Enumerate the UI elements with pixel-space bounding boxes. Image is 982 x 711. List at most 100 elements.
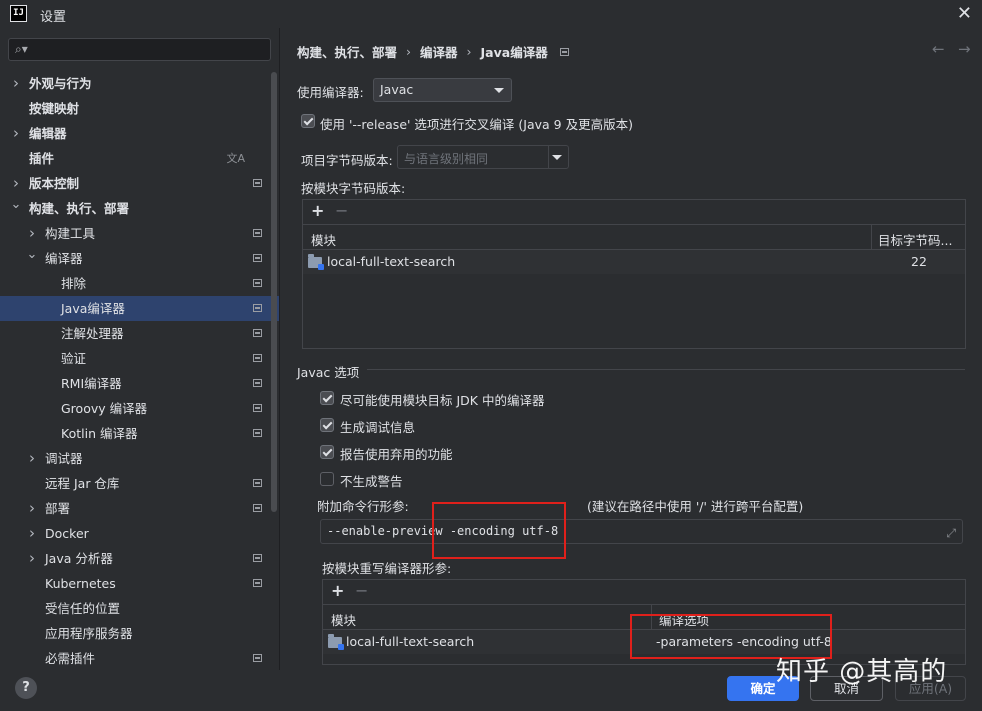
sidebar-item[interactable]: › Java 分析器 <box>0 546 279 571</box>
sidebar-item[interactable]: Kotlin 编译器 <box>0 421 279 446</box>
chevron-right-icon[interactable]: › <box>10 71 22 96</box>
sidebar-item[interactable]: 受信任的位置 <box>0 596 279 621</box>
javac-section-title: Javac 选项 <box>297 365 360 380</box>
chevron-down-icon[interactable]: ⌄ <box>26 242 38 267</box>
settings-search-input[interactable]: ⌕▾ <box>8 38 271 61</box>
search-icon: ⌕▾ <box>15 42 28 56</box>
sidebar-item[interactable]: 应用程序服务器 <box>0 621 279 646</box>
folder-module-icon <box>328 634 344 650</box>
sidebar-item[interactable]: 按键映射 <box>0 96 279 121</box>
table-row[interactable]: local-full-text-search 22 <box>303 250 965 274</box>
sidebar-item-label: Kotlin 编译器 <box>61 426 138 441</box>
extra-params-input[interactable]: --enable-preview -encoding utf-8 ⤢ <box>320 519 963 544</box>
project-scope-icon <box>253 579 262 587</box>
column-header-target[interactable]: 目标字节码... <box>878 230 952 249</box>
breadcrumb-item[interactable]: 构建、执行、部署 <box>297 42 397 61</box>
compiler-select-value: Javac <box>380 82 414 97</box>
project-scope-icon <box>253 329 262 337</box>
column-header-module[interactable]: 模块 <box>311 230 336 249</box>
table-toolbar: + − <box>303 200 965 225</box>
sidebar-item-label: 部署 <box>45 501 71 516</box>
forward-arrow-icon[interactable]: → <box>958 40 971 58</box>
sidebar-item-label: 验证 <box>61 351 87 366</box>
folder-module-icon <box>308 254 324 270</box>
sidebar-item-label: 版本控制 <box>29 176 80 191</box>
extra-params-hint: (建议在路径中使用 '/' 进行跨平台配置) <box>587 499 804 514</box>
sidebar-item[interactable]: › 调试器 <box>0 446 279 471</box>
sidebar-item[interactable]: ⌄ 构建、执行、部署 <box>0 196 279 221</box>
sidebar-item[interactable]: Java编译器 <box>0 296 279 321</box>
breadcrumb-item: Java编译器 <box>480 45 548 60</box>
sidebar-scrollbar[interactable] <box>271 72 277 512</box>
sidebar-item[interactable]: › 构建工具 <box>0 221 279 246</box>
sidebar-item-label: Kubernetes <box>45 576 116 591</box>
sidebar-item-label: 远程 Jar 仓库 <box>45 476 120 491</box>
column-divider <box>871 225 872 249</box>
extra-params-label: 附加命令行形参: <box>317 499 409 514</box>
compiler-label: 使用编译器: <box>297 85 364 100</box>
sidebar-item[interactable]: › Docker <box>0 521 279 546</box>
close-icon[interactable]: ✕ <box>957 3 972 24</box>
remove-icon[interactable]: − <box>335 201 348 220</box>
sidebar-item-label: 编译器 <box>45 251 83 266</box>
project-scope-icon <box>253 479 262 487</box>
option-checkbox[interactable] <box>320 391 334 405</box>
sidebar-item-label: Java 分析器 <box>45 551 113 566</box>
sidebar-item[interactable]: 排除 <box>0 271 279 296</box>
sidebar-item[interactable]: 远程 Jar 仓库 <box>0 471 279 496</box>
breadcrumb-separator-icon: › <box>466 44 472 59</box>
project-scope-icon <box>253 254 262 262</box>
sidebar-item[interactable]: RMI编译器 <box>0 371 279 396</box>
table-toolbar: + − <box>323 580 965 605</box>
sidebar-item-label: 构建、执行、部署 <box>29 201 130 216</box>
column-header-module[interactable]: 模块 <box>331 610 356 629</box>
chevron-down-icon[interactable]: ⌄ <box>10 192 22 217</box>
option-label: 生成调试信息 <box>340 420 416 435</box>
sidebar-item[interactable]: 必需插件 <box>0 646 279 670</box>
title-bar: IJ 设置 ✕ <box>0 0 982 28</box>
sidebar-item[interactable]: Kubernetes <box>0 571 279 596</box>
chevron-down-icon <box>552 155 562 160</box>
remove-icon[interactable]: − <box>355 581 368 600</box>
project-scope-icon <box>253 654 262 662</box>
release-checkbox[interactable] <box>301 114 315 128</box>
chevron-right-icon[interactable]: › <box>10 121 22 146</box>
compiler-select[interactable]: Javac <box>373 78 512 102</box>
translate-icon: 文A <box>226 152 245 165</box>
back-arrow-icon[interactable]: ← <box>932 40 945 58</box>
project-scope-icon <box>253 179 262 187</box>
project-bytecode-select[interactable]: 与语言级别相同 <box>397 145 569 169</box>
project-scope-icon <box>253 304 262 312</box>
option-checkbox[interactable] <box>320 445 334 459</box>
chevron-right-icon[interactable]: › <box>26 496 38 521</box>
sidebar-item[interactable]: › 外观与行为 <box>0 71 279 96</box>
per-module-bytecode-label: 按模块字节码版本: <box>301 181 406 196</box>
project-scope-icon <box>253 429 262 437</box>
add-icon[interactable]: + <box>311 201 324 220</box>
sidebar-item-label: 注解处理器 <box>61 326 124 341</box>
sidebar-item[interactable]: 插件 文A <box>0 146 279 171</box>
target-bytecode[interactable]: 22 <box>911 254 927 269</box>
option-checkbox[interactable] <box>320 472 334 486</box>
chevron-right-icon[interactable]: › <box>26 446 38 471</box>
sidebar-item-label: 构建工具 <box>45 226 96 241</box>
option-checkbox[interactable] <box>320 418 334 432</box>
project-scope-icon <box>559 47 569 56</box>
expand-icon[interactable]: ⤢ <box>946 522 956 545</box>
module-name: local-full-text-search <box>346 634 475 649</box>
chevron-right-icon[interactable]: › <box>26 521 38 546</box>
sidebar-item[interactable]: ⌄ 编译器 <box>0 246 279 271</box>
sidebar-item[interactable]: › 部署 <box>0 496 279 521</box>
sidebar-item[interactable]: › 编辑器 <box>0 121 279 146</box>
chevron-right-icon[interactable]: › <box>26 546 38 571</box>
breadcrumb-item[interactable]: 编译器 <box>420 42 458 61</box>
sidebar-item[interactable]: 注解处理器 <box>0 321 279 346</box>
sidebar-item[interactable]: › 版本控制 <box>0 171 279 196</box>
sidebar-item-label: RMI编译器 <box>61 376 122 391</box>
sidebar-item[interactable]: Groovy 编译器 <box>0 396 279 421</box>
sidebar-item[interactable]: 验证 <box>0 346 279 371</box>
add-icon[interactable]: + <box>331 581 344 600</box>
help-icon[interactable]: ? <box>15 677 37 699</box>
project-scope-icon <box>253 354 262 362</box>
settings-tree: › 外观与行为 按键映射 › 编辑器 插件 文A › 版本控制 ⌄ 构建、执行、部署 › 构建工具 ⌄ 编译… <box>0 71 279 670</box>
